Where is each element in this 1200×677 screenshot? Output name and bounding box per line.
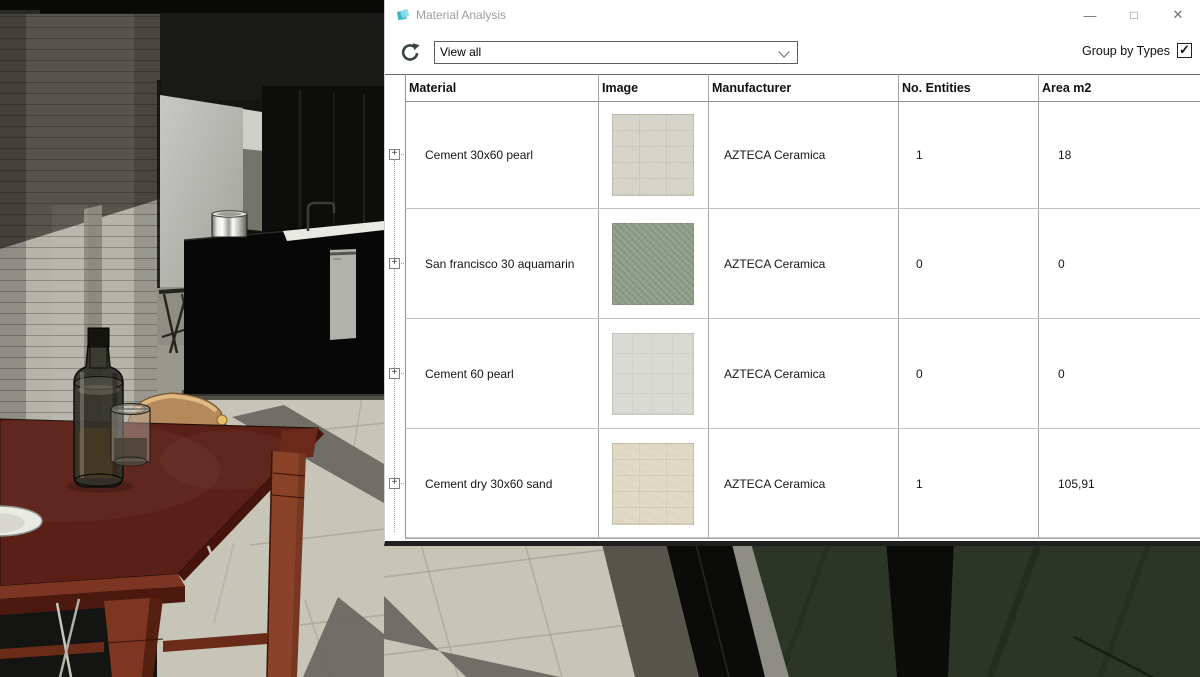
cell-manufacturer: AZTECA Ceramica — [708, 101, 898, 209]
minimize-button[interactable]: — — [1068, 0, 1112, 30]
column-header-image[interactable]: Image — [602, 76, 638, 101]
maximize-icon: □ — [1130, 8, 1137, 22]
minimize-icon: — — [1084, 8, 1097, 23]
cell-area: 105,91 — [1038, 429, 1200, 538]
cell-entities: 1 — [898, 101, 1038, 209]
grid-line — [405, 538, 1200, 539]
app-icon — [396, 7, 411, 22]
table-row[interactable]: + Cement 60 pearl AZTECA Ceramica 0 0 — [385, 319, 1200, 429]
expand-button[interactable]: + — [389, 149, 400, 160]
cell-entities: 0 — [898, 319, 1038, 429]
row-separator — [405, 537, 1200, 538]
view-filter-value: View all — [440, 42, 481, 63]
window-title: Material Analysis — [416, 0, 506, 30]
cell-area: 18 — [1038, 101, 1200, 209]
cell-material: Cement 30x60 pearl — [405, 101, 598, 209]
maximize-button[interactable]: □ — [1112, 0, 1156, 30]
window-controls: — □ ✕ — [1068, 0, 1200, 30]
column-header-entities[interactable]: No. Entities — [902, 76, 971, 101]
titlebar[interactable]: Material Analysis — □ ✕ — [385, 0, 1200, 30]
cell-area: 0 — [1038, 209, 1200, 319]
expand-button[interactable]: + — [389, 258, 400, 269]
cell-entities: 0 — [898, 209, 1038, 319]
refresh-icon — [399, 42, 421, 64]
group-by-types-checkbox[interactable]: ✓ — [1177, 43, 1192, 58]
cell-material: Cement dry 30x60 sand — [405, 429, 598, 538]
material-swatch — [612, 333, 694, 415]
chevron-down-icon — [778, 46, 789, 57]
close-button[interactable]: ✕ — [1156, 0, 1200, 30]
dishwasher — [330, 249, 356, 340]
cell-image — [598, 429, 708, 538]
close-icon: ✕ — [1173, 7, 1184, 23]
expand-button[interactable]: + — [389, 368, 400, 379]
cell-material: Cement 60 pearl — [405, 319, 598, 429]
column-header-area[interactable]: Area m2 — [1042, 76, 1091, 101]
table-row[interactable]: + Cement dry 30x60 sand AZTECA Ceramica … — [385, 429, 1200, 538]
cell-manufacturer: AZTECA Ceramica — [708, 429, 898, 538]
table-row[interactable]: + Cement 30x60 pearl AZTECA Ceramica 1 1… — [385, 101, 1200, 209]
cell-image — [598, 209, 708, 319]
drinking-glass — [111, 404, 150, 467]
cell-manufacturer: AZTECA Ceramica — [708, 319, 898, 429]
expand-button[interactable]: + — [389, 478, 400, 489]
table-row[interactable]: + San francisco 30 aquamarin AZTECA Cera… — [385, 209, 1200, 319]
group-by-types-control: Group by Types ✓ — [1082, 43, 1192, 58]
view-filter-dropdown[interactable]: View all — [434, 41, 798, 64]
group-by-types-label: Group by Types — [1082, 44, 1170, 58]
column-header-manufacturer[interactable]: Manufacturer — [712, 76, 791, 101]
cell-image — [598, 101, 708, 209]
refresh-button[interactable] — [399, 42, 423, 66]
cell-area: 0 — [1038, 319, 1200, 429]
material-analysis-window: Material Analysis — □ ✕ View all Group b… — [384, 0, 1200, 546]
cell-material: San francisco 30 aquamarin — [405, 209, 598, 319]
grid-line — [385, 74, 1200, 75]
metal-canister — [212, 211, 247, 237]
material-swatch — [612, 114, 694, 196]
cell-manufacturer: AZTECA Ceramica — [708, 209, 898, 319]
floor-tiles — [384, 538, 701, 677]
cell-image — [598, 319, 708, 429]
column-header-material[interactable]: Material — [409, 76, 456, 101]
material-swatch — [612, 443, 694, 525]
checkmark-icon: ✓ — [1179, 45, 1190, 55]
material-swatch — [612, 223, 694, 305]
cell-entities: 1 — [898, 429, 1038, 538]
